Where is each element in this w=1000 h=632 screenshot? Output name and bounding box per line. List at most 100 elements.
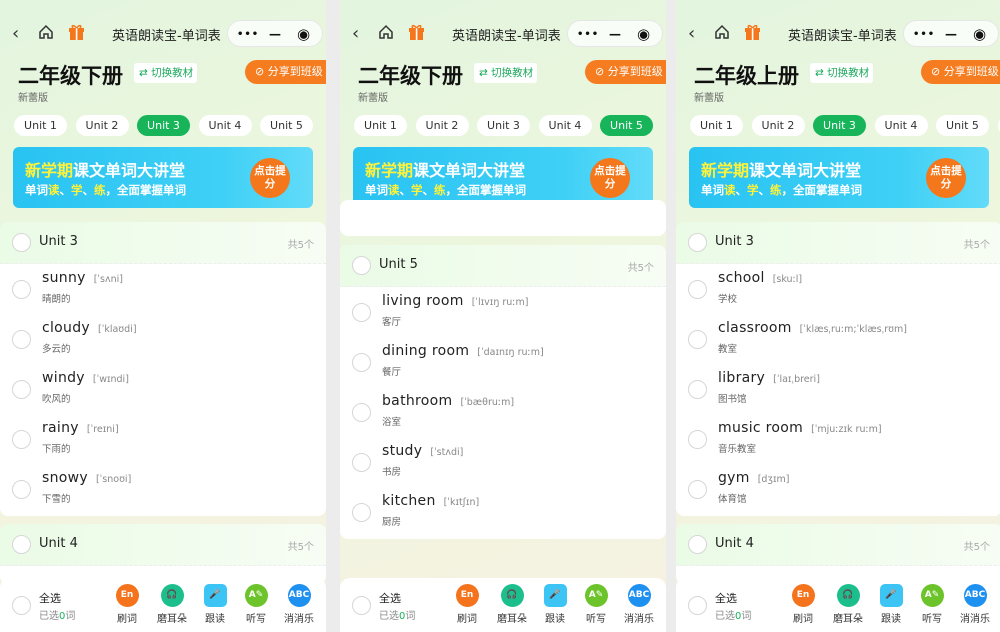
- promo-banner[interactable]: 新学期课文单词大讲堂 单词读、学、练，全面掌握单词 点击提分: [353, 147, 653, 208]
- word-select-radio[interactable]: [352, 403, 371, 422]
- tab-unit-1[interactable]: Unit 1: [690, 115, 743, 136]
- tab-unit-4[interactable]: Unit 4: [538, 115, 592, 136]
- tool-button[interactable]: ABC 消消乐: [617, 584, 661, 625]
- back-icon[interactable]: ‹: [352, 23, 359, 44]
- unit-header[interactable]: Unit 4 共5个: [676, 524, 1000, 566]
- select-all-radio[interactable]: [352, 596, 371, 615]
- tool-button[interactable]: En 刷词: [781, 584, 825, 625]
- unit-select-radio[interactable]: [352, 256, 371, 275]
- minimize-button[interactable]: —: [609, 21, 621, 48]
- tab-unit-2[interactable]: Unit 2: [751, 115, 805, 136]
- more-button[interactable]: •••: [237, 21, 259, 48]
- word-item[interactable]: rainy [ˈreɪni] 下雨的: [0, 414, 326, 464]
- word-select-radio[interactable]: [352, 353, 371, 372]
- gift-icon[interactable]: [408, 24, 425, 40]
- tab-unit-5[interactable]: Unit 5: [600, 115, 653, 136]
- banner-cta-button[interactable]: 点击提分: [250, 158, 290, 198]
- tab-unit-1[interactable]: Unit 1: [14, 115, 67, 136]
- word-select-radio[interactable]: [688, 430, 707, 449]
- unit-header[interactable]: Unit 5 共5个: [340, 245, 666, 287]
- tool-button[interactable]: ABC 消消乐: [953, 584, 997, 625]
- more-button[interactable]: •••: [577, 21, 599, 48]
- switch-textbook-button[interactable]: ⇄ 切换教材: [474, 63, 537, 83]
- switch-textbook-button[interactable]: ⇄ 切换教材: [134, 63, 197, 83]
- word-item[interactable]: study [ˈstʌdi] 书房: [340, 437, 666, 487]
- home-icon[interactable]: [378, 24, 394, 40]
- word-item[interactable]: gym [dʒɪm] 体育馆: [676, 464, 1000, 514]
- tool-button[interactable]: 🎤 跟读: [869, 584, 913, 625]
- tab-unit-2[interactable]: Unit 2: [415, 115, 469, 136]
- gift-icon[interactable]: [744, 24, 761, 40]
- close-button[interactable]: ◉: [297, 21, 310, 48]
- tool-button[interactable]: ABC 消消乐: [277, 584, 321, 625]
- unit-header[interactable]: Unit 3 共5个: [0, 222, 326, 264]
- tool-button[interactable]: En 刷词: [105, 584, 149, 625]
- select-all-radio[interactable]: [12, 596, 31, 615]
- word-select-radio[interactable]: [688, 280, 707, 299]
- share-to-class-button[interactable]: ⊘ 分享到班级: [245, 60, 326, 84]
- word-item[interactable]: music room [ˈmjuːzɪk ruːm] 音乐教室: [676, 414, 1000, 464]
- minimize-button[interactable]: —: [269, 21, 281, 48]
- tab-unit-4[interactable]: Unit 4: [198, 115, 252, 136]
- promo-banner[interactable]: 新学期课文单词大讲堂 单词读、学、练，全面掌握单词 点击提分: [689, 147, 989, 208]
- back-icon[interactable]: ‹: [12, 23, 19, 44]
- tool-button[interactable]: 🎧 磨耳朵: [150, 584, 194, 625]
- word-select-radio[interactable]: [12, 430, 31, 449]
- word-item[interactable]: living room [ˈlɪvɪŋ ruːm] 客厅: [340, 287, 666, 337]
- word-item[interactable]: cloudy [ˈklaʊdi] 多云的: [0, 314, 326, 364]
- home-icon[interactable]: [714, 24, 730, 40]
- tool-button[interactable]: 🎧 磨耳朵: [826, 584, 870, 625]
- word-select-radio[interactable]: [688, 480, 707, 499]
- word-select-radio[interactable]: [352, 503, 371, 522]
- home-icon[interactable]: [38, 24, 54, 40]
- tool-button[interactable]: A✎ 听写: [910, 584, 954, 625]
- tab-unit-5[interactable]: Unit 5: [936, 115, 989, 136]
- tool-button[interactable]: A✎ 听写: [234, 584, 278, 625]
- unit-select-radio[interactable]: [12, 535, 31, 554]
- tool-button[interactable]: 🎧 磨耳朵: [490, 584, 534, 625]
- select-all-radio[interactable]: [688, 596, 707, 615]
- unit-header[interactable]: Unit 4 共5个: [0, 524, 326, 566]
- tab-unit-3[interactable]: Unit 3: [477, 115, 530, 136]
- word-select-radio[interactable]: [12, 380, 31, 399]
- select-all-label[interactable]: 全选: [715, 590, 737, 606]
- tab-unit-1[interactable]: Unit 1: [354, 115, 407, 136]
- word-select-radio[interactable]: [12, 330, 31, 349]
- tool-button[interactable]: 🎤 跟读: [533, 584, 577, 625]
- word-item[interactable]: bathroom [ˈbæθruːm] 浴室: [340, 387, 666, 437]
- close-button[interactable]: ◉: [637, 21, 650, 48]
- word-item[interactable]: classroom [ˈklæsˌruːm;ˈklæsˌrʊm] 教室: [676, 314, 1000, 364]
- share-to-class-button[interactable]: ⊘ 分享到班级: [585, 60, 666, 84]
- word-select-radio[interactable]: [352, 453, 371, 472]
- tool-button[interactable]: A✎ 听写: [574, 584, 618, 625]
- word-select-radio[interactable]: [688, 380, 707, 399]
- word-select-radio[interactable]: [12, 480, 31, 499]
- close-button[interactable]: ◉: [973, 21, 986, 48]
- word-item[interactable]: kitchen [ˈkɪtʃɪn] 厨房: [340, 487, 666, 537]
- share-to-class-button[interactable]: ⊘ 分享到班级: [921, 60, 1000, 84]
- tool-button[interactable]: 🎤 跟读: [193, 584, 237, 625]
- switch-textbook-button[interactable]: ⇄ 切换教材: [810, 63, 873, 83]
- tab-unit-3[interactable]: Unit 3: [137, 115, 190, 136]
- select-all-label[interactable]: 全选: [39, 590, 61, 606]
- unit-select-radio[interactable]: [688, 233, 707, 252]
- banner-cta-button[interactable]: 点击提分: [590, 158, 630, 198]
- word-item[interactable]: library [ˈlaɪˌbreri] 图书馆: [676, 364, 1000, 414]
- tab-unit-4[interactable]: Unit 4: [874, 115, 928, 136]
- word-item[interactable]: sunny [ˈsʌni] 晴朗的: [0, 264, 326, 314]
- word-item[interactable]: school [skuːl] 学校: [676, 264, 1000, 314]
- back-icon[interactable]: ‹: [688, 23, 695, 44]
- gift-icon[interactable]: [68, 24, 85, 40]
- tab-unit-3[interactable]: Unit 3: [813, 115, 866, 136]
- more-button[interactable]: •••: [913, 21, 935, 48]
- tab-unit-2[interactable]: Unit 2: [75, 115, 129, 136]
- word-item[interactable]: snowy [ˈsnoʊi] 下雪的: [0, 464, 326, 514]
- select-all-label[interactable]: 全选: [379, 590, 401, 606]
- word-select-radio[interactable]: [352, 303, 371, 322]
- unit-select-radio[interactable]: [12, 233, 31, 252]
- word-item[interactable]: dining room [ˈdaɪnɪŋ ruːm] 餐厅: [340, 337, 666, 387]
- tool-button[interactable]: En 刷词: [445, 584, 489, 625]
- word-select-radio[interactable]: [12, 280, 31, 299]
- word-item[interactable]: windy [ˈwɪndi] 吹风的: [0, 364, 326, 414]
- unit-select-radio[interactable]: [688, 535, 707, 554]
